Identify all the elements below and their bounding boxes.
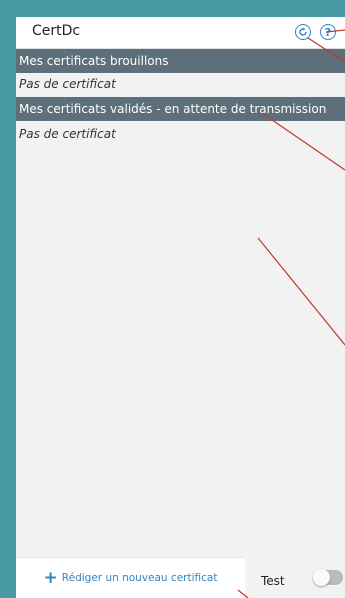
plus-icon: + — [43, 568, 58, 588]
section-header-drafts[interactable]: Mes certificats brouillons — [16, 49, 345, 73]
title-bar: CertDc ? — [16, 17, 345, 49]
test-label: Test — [261, 574, 285, 588]
refresh-button[interactable] — [295, 24, 311, 40]
new-certificate-button[interactable]: + Rédiger un nouveau certificat — [16, 557, 245, 598]
new-certificate-label: Rédiger un nouveau certificat — [61, 572, 218, 584]
test-mode-area: Test — [245, 557, 345, 598]
app-frame: CertDc ? Mes certificats brouillons Pas … — [0, 0, 345, 598]
section-header-validated[interactable]: Mes certificats validés - en attente de … — [16, 97, 345, 121]
toggle-knob — [313, 569, 330, 586]
validated-empty-text: Pas de certificat — [19, 127, 116, 141]
test-toggle[interactable] — [313, 569, 343, 586]
app-window: CertDc ? Mes certificats brouillons Pas … — [16, 17, 345, 598]
bottom-bar: + Rédiger un nouveau certificat Test — [16, 557, 345, 598]
help-button[interactable]: ? — [320, 24, 336, 40]
app-title: CertDc — [32, 23, 81, 39]
help-icon: ? — [324, 25, 332, 39]
drafts-empty-text: Pas de certificat — [19, 77, 116, 91]
refresh-icon — [299, 27, 307, 36]
